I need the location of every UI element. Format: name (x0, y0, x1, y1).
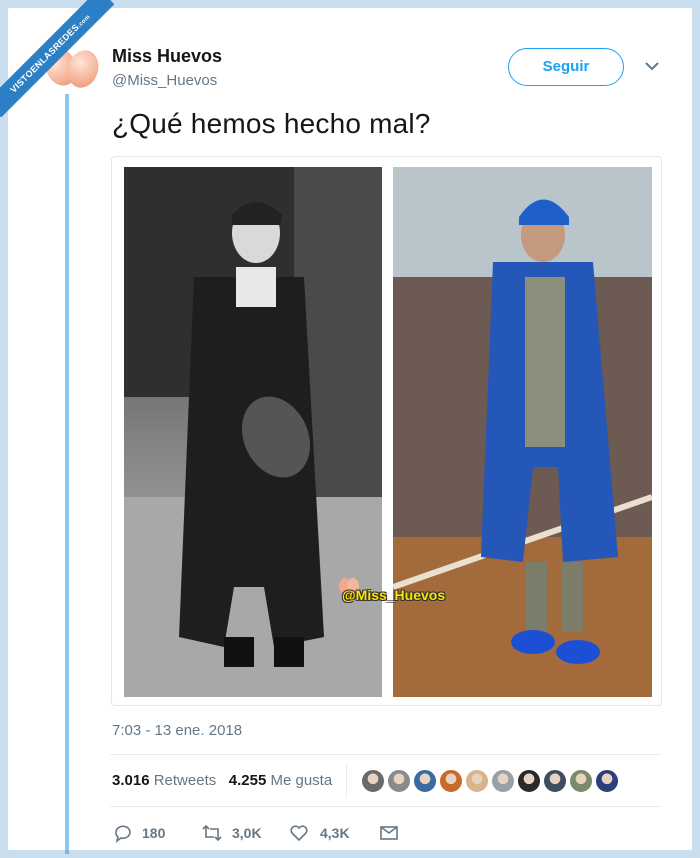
liker-avatar[interactable] (542, 768, 568, 794)
direct-message-button[interactable] (378, 822, 400, 844)
liker-avatar[interactable] (438, 768, 464, 794)
envelope-icon (380, 826, 398, 840)
heart-icon (290, 825, 308, 842)
liker-avatar[interactable] (516, 768, 542, 794)
thread-line (65, 94, 69, 854)
liker-avatar[interactable] (568, 768, 594, 794)
like-button[interactable]: 4,3K (288, 822, 358, 844)
likes-label[interactable]: Me gusta (270, 772, 332, 789)
retweet-icon (202, 824, 222, 842)
retweets-label[interactable]: Retweets (154, 772, 217, 789)
photo-illustration-left (124, 167, 382, 697)
retweet-count: 3,0K (232, 825, 262, 841)
divider (110, 754, 662, 755)
liker-avatar[interactable] (594, 768, 620, 794)
divider (346, 764, 347, 798)
user-name[interactable]: Miss Huevos (112, 46, 222, 67)
divider (110, 806, 662, 807)
follow-button[interactable]: Seguir (508, 48, 624, 86)
reply-button[interactable]: 180 (112, 822, 172, 844)
chevron-down-icon[interactable] (642, 56, 662, 76)
photo-black-white (124, 167, 382, 697)
reply-icon (115, 825, 131, 843)
reply-count: 180 (142, 825, 166, 841)
tweet-media[interactable]: @Miss_Huevos (111, 156, 662, 706)
photo-illustration-right (393, 167, 652, 697)
likes-count[interactable]: 4.255 (229, 772, 267, 789)
user-handle[interactable]: @Miss_Huevos (112, 72, 217, 89)
liker-avatar[interactable] (490, 768, 516, 794)
ribbon-suffix: .com (76, 14, 92, 30)
liker-avatar[interactable] (386, 768, 412, 794)
like-count: 4,3K (320, 825, 350, 841)
photo-color (393, 167, 652, 697)
engagement-stats: 3.016 Retweets 4.255 Me gusta (112, 772, 332, 789)
timestamp[interactable]: 7:03 - 13 ene. 2018 (112, 722, 242, 739)
image-watermark: @Miss_Huevos (342, 587, 446, 603)
liker-avatar[interactable] (360, 768, 386, 794)
tweet-card: VISTOENLASREDES.com Miss Huevos @Miss_Hu… (0, 0, 692, 854)
retweets-count[interactable]: 3.016 (112, 772, 150, 789)
retweet-button[interactable]: 3,0K (200, 822, 270, 844)
liker-avatar[interactable] (464, 768, 490, 794)
liker-avatar[interactable] (412, 768, 438, 794)
tweet-text: ¿Qué hemos hecho mal? (112, 108, 431, 139)
